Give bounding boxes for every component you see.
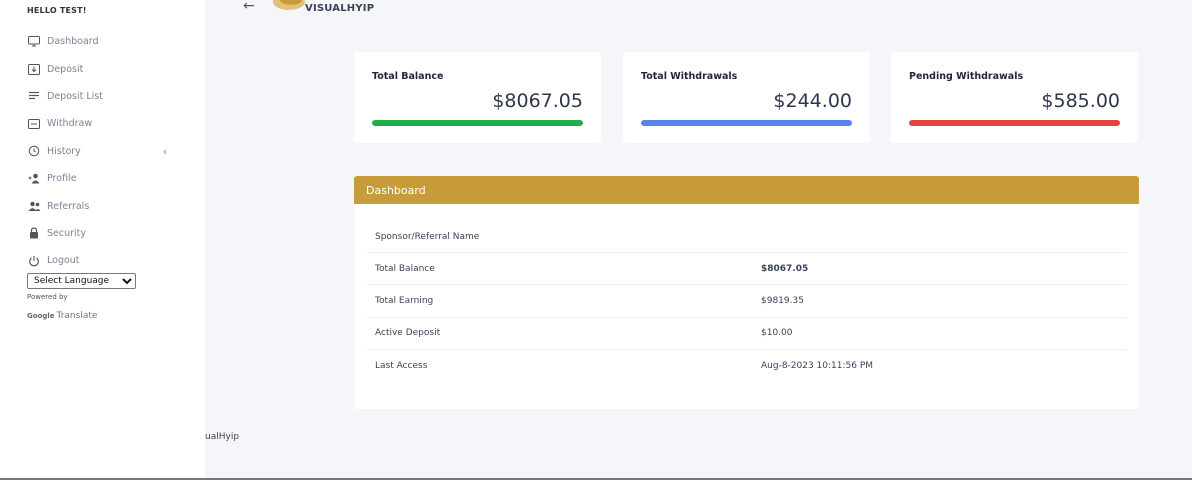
chevron-left-icon[interactable]: ‹ xyxy=(163,145,167,158)
back-arrow-icon[interactable]: ← xyxy=(243,0,255,14)
translate-label: Translate xyxy=(56,311,98,321)
sidebar-item-referrals[interactable]: Referrals xyxy=(27,192,177,219)
powered-by-text: Powered by xyxy=(27,293,68,301)
table-row: Sponsor/Referral Name xyxy=(366,221,1127,254)
sidebar-item-label: Withdraw xyxy=(47,118,93,130)
dashboard-panel: Dashboard Sponsor/Referral Name Total Ba… xyxy=(354,176,1139,409)
sidebar-item-label: Profile xyxy=(47,173,77,185)
withdraw-icon xyxy=(27,117,41,131)
table-row: Last Access Aug-8-2023 10:11:56 PM xyxy=(366,350,1127,382)
table-row: Total Balance $8067.05 xyxy=(366,253,1127,286)
card-progress-bar xyxy=(909,120,1120,126)
sidebar: HELLO TEST! Dashboard Deposit Deposit Li… xyxy=(0,0,205,478)
google-logo: Google xyxy=(27,312,55,320)
card-value: $585.00 xyxy=(1041,90,1120,112)
monitor-icon xyxy=(27,35,41,49)
panel-header: Dashboard xyxy=(354,176,1139,204)
card-value: $8067.05 xyxy=(492,90,583,112)
sidebar-item-label: Deposit xyxy=(47,63,84,75)
topbar: ← VISUALHYIP xyxy=(205,0,1192,18)
brand-name: VISUALHYIP xyxy=(305,2,375,14)
card-title: Pending Withdrawals xyxy=(909,71,1024,82)
row-label: Total Balance xyxy=(375,263,435,274)
language-select[interactable]: Select Language xyxy=(27,273,136,289)
sidebar-item-history[interactable]: History ‹ xyxy=(27,138,177,165)
sidebar-item-logout[interactable]: Logout xyxy=(27,247,177,274)
row-label: Total Earning xyxy=(375,295,434,306)
row-value: $10.00 xyxy=(761,328,793,339)
profile-icon xyxy=(27,172,41,186)
row-label: Active Deposit xyxy=(375,328,441,339)
dashboard-table: Sponsor/Referral Name Total Balance $806… xyxy=(366,221,1127,382)
sidebar-item-label: Referrals xyxy=(47,200,90,212)
total-balance-card: Total Balance $8067.05 xyxy=(354,52,601,143)
row-label: Last Access xyxy=(375,360,428,371)
pending-withdrawals-card: Pending Withdrawals $585.00 xyxy=(891,52,1138,143)
sidebar-item-dashboard[interactable]: Dashboard xyxy=(27,28,177,55)
card-value: $244.00 xyxy=(773,90,852,112)
google-translate-link[interactable]: Google Translate xyxy=(27,311,97,321)
table-row: Active Deposit $10.00 xyxy=(366,318,1127,350)
sidebar-item-label: Security xyxy=(47,227,87,239)
users-icon xyxy=(27,199,41,213)
sidebar-nav: Dashboard Deposit Deposit List Withdraw … xyxy=(27,28,177,275)
card-progress-bar xyxy=(372,120,583,126)
footer-text: ualHyip xyxy=(205,432,240,442)
deposit-icon xyxy=(27,62,41,76)
sidebar-item-label: Logout xyxy=(47,255,80,267)
sidebar-item-deposit[interactable]: Deposit xyxy=(27,55,177,82)
card-title: Total Balance xyxy=(372,71,444,82)
greeting: HELLO TEST! xyxy=(27,6,87,15)
sidebar-item-withdraw[interactable]: Withdraw xyxy=(27,110,177,137)
sidebar-item-security[interactable]: Security xyxy=(27,220,177,247)
sidebar-item-deposit-list[interactable]: Deposit List xyxy=(27,83,177,110)
brand-logo[interactable]: VISUALHYIP xyxy=(271,0,374,14)
sidebar-item-profile[interactable]: Profile xyxy=(27,165,177,192)
card-title: Total Withdrawals xyxy=(641,71,738,82)
sidebar-item-label: History xyxy=(47,145,81,157)
list-icon xyxy=(27,89,41,103)
total-withdrawals-card: Total Withdrawals $244.00 xyxy=(623,52,870,143)
row-label: Sponsor/Referral Name xyxy=(375,231,480,242)
logo-mark-icon xyxy=(273,0,305,10)
row-value: $8067.05 xyxy=(761,263,809,274)
history-icon xyxy=(27,144,41,158)
lock-icon xyxy=(27,226,41,240)
sidebar-item-label: Dashboard xyxy=(47,36,99,48)
card-progress-bar xyxy=(641,120,852,126)
table-row: Total Earning $9819.35 xyxy=(366,285,1127,318)
sidebar-item-label: Deposit List xyxy=(47,90,103,102)
row-value: $9819.35 xyxy=(761,295,804,306)
row-value: Aug-8-2023 10:11:56 PM xyxy=(761,360,874,371)
power-icon xyxy=(27,254,41,268)
